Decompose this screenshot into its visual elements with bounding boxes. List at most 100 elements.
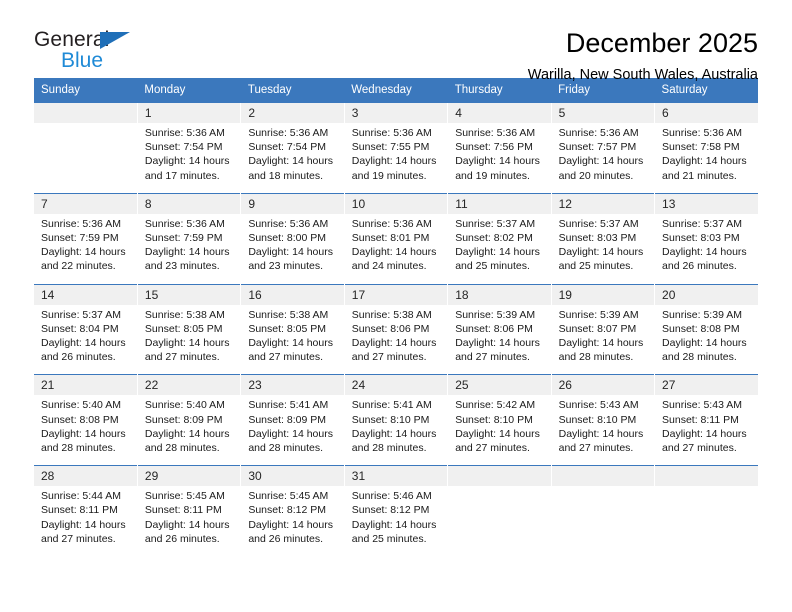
day-number[interactable]: 31: [343, 465, 448, 487]
day-cell[interactable]: [654, 486, 758, 557]
day-cell[interactable]: Sunrise: 5:39 AM Sunset: 8:08 PM Dayligh…: [654, 304, 758, 375]
daylight-text-line2: and 26 minutes.: [662, 260, 737, 273]
general-blue-logo[interactable]: General Blue: [34, 28, 144, 74]
day-number[interactable]: 11: [447, 192, 552, 214]
day-cell[interactable]: Sunrise: 5:39 AM Sunset: 8:06 PM Dayligh…: [447, 304, 552, 375]
week-2-daynumbers: 7 8 9 10 11 12 13: [34, 192, 758, 214]
day-cell[interactable]: Sunrise: 5:41 AM Sunset: 8:09 PM Dayligh…: [240, 395, 345, 466]
day-cell[interactable]: Sunrise: 5:36 AM Sunset: 7:56 PM Dayligh…: [447, 123, 552, 194]
day-number[interactable]: 15: [136, 283, 241, 305]
day-number[interactable]: 23: [240, 374, 345, 396]
day-cell[interactable]: Sunrise: 5:36 AM Sunset: 7:54 PM Dayligh…: [240, 123, 345, 194]
day-cell[interactable]: Sunrise: 5:38 AM Sunset: 8:05 PM Dayligh…: [240, 304, 345, 375]
day-number[interactable]: 14: [34, 283, 138, 305]
sunrise-text: Sunrise: 5:36 AM: [144, 217, 225, 230]
day-cell[interactable]: Sunrise: 5:36 AM Sunset: 7:58 PM Dayligh…: [654, 123, 758, 194]
day-cell[interactable]: Sunrise: 5:39 AM Sunset: 8:07 PM Dayligh…: [550, 304, 655, 375]
day-number[interactable]: 4: [447, 102, 552, 123]
sunset-text: Sunset: 8:02 PM: [455, 232, 533, 245]
daylight-text-line1: Daylight: 14 hours: [41, 518, 126, 531]
day-cell[interactable]: Sunrise: 5:36 AM Sunset: 8:01 PM Dayligh…: [343, 213, 448, 285]
day-cell[interactable]: Sunrise: 5:36 AM Sunset: 7:55 PM Dayligh…: [343, 123, 448, 194]
day-number[interactable]: 21: [34, 374, 138, 396]
day-cell[interactable]: Sunrise: 5:36 AM Sunset: 8:00 PM Dayligh…: [240, 213, 345, 285]
sunrise-text: Sunrise: 5:36 AM: [455, 127, 536, 139]
day-cell[interactable]: Sunrise: 5:40 AM Sunset: 8:08 PM Dayligh…: [34, 395, 138, 466]
sunrise-text: Sunrise: 5:39 AM: [558, 308, 639, 321]
daylight-text-line1: Daylight: 14 hours: [351, 246, 437, 259]
daylight-text-line2: and 27 minutes.: [351, 351, 427, 364]
sunset-text: Sunset: 7:54 PM: [144, 141, 223, 154]
day-cell[interactable]: Sunrise: 5:36 AM Sunset: 7:54 PM Dayligh…: [136, 123, 241, 194]
day-number[interactable]: [34, 102, 138, 123]
day-number[interactable]: [447, 465, 552, 487]
day-cell[interactable]: Sunrise: 5:40 AM Sunset: 8:09 PM Dayligh…: [136, 395, 241, 466]
calendar-table: Sunday Monday Tuesday Wednesday Thursday…: [34, 78, 758, 557]
day-number[interactable]: 6: [654, 102, 758, 123]
daylight-text-line2: and 20 minutes.: [558, 169, 634, 182]
day-number[interactable]: 5: [550, 102, 655, 123]
day-number[interactable]: 19: [550, 283, 655, 305]
day-cell[interactable]: Sunrise: 5:45 AM Sunset: 8:11 PM Dayligh…: [136, 486, 241, 557]
page-header: General Blue December 2025 Warilla, New …: [34, 0, 758, 83]
day-cell[interactable]: Sunrise: 5:37 AM Sunset: 8:03 PM Dayligh…: [654, 213, 758, 285]
day-cell[interactable]: Sunrise: 5:37 AM Sunset: 8:04 PM Dayligh…: [34, 304, 138, 375]
sunset-text: Sunset: 8:00 PM: [248, 232, 326, 245]
day-number[interactable]: 16: [240, 283, 345, 305]
day-cell[interactable]: Sunrise: 5:38 AM Sunset: 8:05 PM Dayligh…: [136, 304, 241, 375]
day-number[interactable]: 8: [136, 192, 241, 214]
day-cell[interactable]: Sunrise: 5:37 AM Sunset: 8:02 PM Dayligh…: [447, 213, 552, 285]
day-number[interactable]: 18: [447, 283, 552, 305]
day-number[interactable]: 24: [343, 374, 448, 396]
day-number[interactable]: 26: [550, 374, 655, 396]
day-number[interactable]: 20: [654, 283, 758, 305]
week-3-details: Sunrise: 5:37 AM Sunset: 8:04 PM Dayligh…: [34, 304, 758, 375]
day-cell[interactable]: Sunrise: 5:36 AM Sunset: 7:59 PM Dayligh…: [34, 213, 138, 285]
day-cell[interactable]: Sunrise: 5:43 AM Sunset: 8:11 PM Dayligh…: [654, 395, 758, 466]
daylight-text-line1: Daylight: 14 hours: [144, 155, 230, 168]
day-number[interactable]: 1: [136, 102, 241, 123]
day-cell[interactable]: Sunrise: 5:41 AM Sunset: 8:10 PM Dayligh…: [343, 395, 448, 466]
day-cell[interactable]: Sunrise: 5:45 AM Sunset: 8:12 PM Dayligh…: [240, 486, 345, 557]
day-number[interactable]: 9: [240, 192, 345, 214]
day-cell[interactable]: [34, 123, 138, 194]
daylight-text-line2: and 25 minutes.: [351, 532, 427, 545]
day-number[interactable]: 3: [343, 102, 448, 123]
day-cell[interactable]: [447, 486, 552, 557]
sunset-text: Sunset: 7:58 PM: [662, 141, 740, 154]
day-number[interactable]: 28: [34, 465, 138, 487]
daylight-text-line1: Daylight: 14 hours: [248, 518, 333, 531]
day-cell[interactable]: Sunrise: 5:46 AM Sunset: 8:12 PM Dayligh…: [343, 486, 448, 557]
daylight-text-line2: and 25 minutes.: [558, 260, 634, 273]
daylight-text-line1: Daylight: 14 hours: [662, 337, 747, 350]
day-number[interactable]: 13: [654, 192, 758, 214]
sunrise-text: Sunrise: 5:36 AM: [662, 127, 742, 139]
sunset-text: Sunset: 8:12 PM: [248, 504, 326, 517]
day-cell[interactable]: [550, 486, 655, 557]
sunset-text: Sunset: 8:11 PM: [41, 504, 118, 517]
day-number[interactable]: 27: [654, 374, 758, 396]
sunrise-text: Sunrise: 5:37 AM: [662, 217, 742, 230]
day-number[interactable]: 29: [136, 465, 241, 487]
sunrise-text: Sunrise: 5:36 AM: [248, 217, 329, 230]
day-cell[interactable]: Sunrise: 5:42 AM Sunset: 8:10 PM Dayligh…: [447, 395, 552, 466]
day-number[interactable]: 7: [34, 192, 138, 214]
daylight-text-line1: Daylight: 14 hours: [248, 427, 333, 440]
day-number[interactable]: [654, 465, 758, 487]
day-number[interactable]: 25: [447, 374, 552, 396]
day-cell[interactable]: Sunrise: 5:36 AM Sunset: 7:57 PM Dayligh…: [550, 123, 655, 194]
day-number[interactable]: [550, 465, 655, 487]
day-number[interactable]: 2: [240, 102, 345, 123]
day-number[interactable]: 22: [136, 374, 241, 396]
daylight-text-line1: Daylight: 14 hours: [662, 427, 747, 440]
day-cell[interactable]: Sunrise: 5:36 AM Sunset: 7:59 PM Dayligh…: [136, 213, 241, 285]
day-cell[interactable]: Sunrise: 5:43 AM Sunset: 8:10 PM Dayligh…: [550, 395, 655, 466]
day-number[interactable]: 30: [240, 465, 345, 487]
day-cell[interactable]: Sunrise: 5:38 AM Sunset: 8:06 PM Dayligh…: [343, 304, 448, 375]
day-cell[interactable]: Sunrise: 5:44 AM Sunset: 8:11 PM Dayligh…: [34, 486, 138, 557]
day-number[interactable]: 10: [343, 192, 448, 214]
day-number[interactable]: 17: [343, 283, 448, 305]
day-number[interactable]: 12: [550, 192, 655, 214]
day-cell[interactable]: Sunrise: 5:37 AM Sunset: 8:03 PM Dayligh…: [550, 213, 655, 285]
sunset-text: Sunset: 8:01 PM: [351, 232, 430, 245]
